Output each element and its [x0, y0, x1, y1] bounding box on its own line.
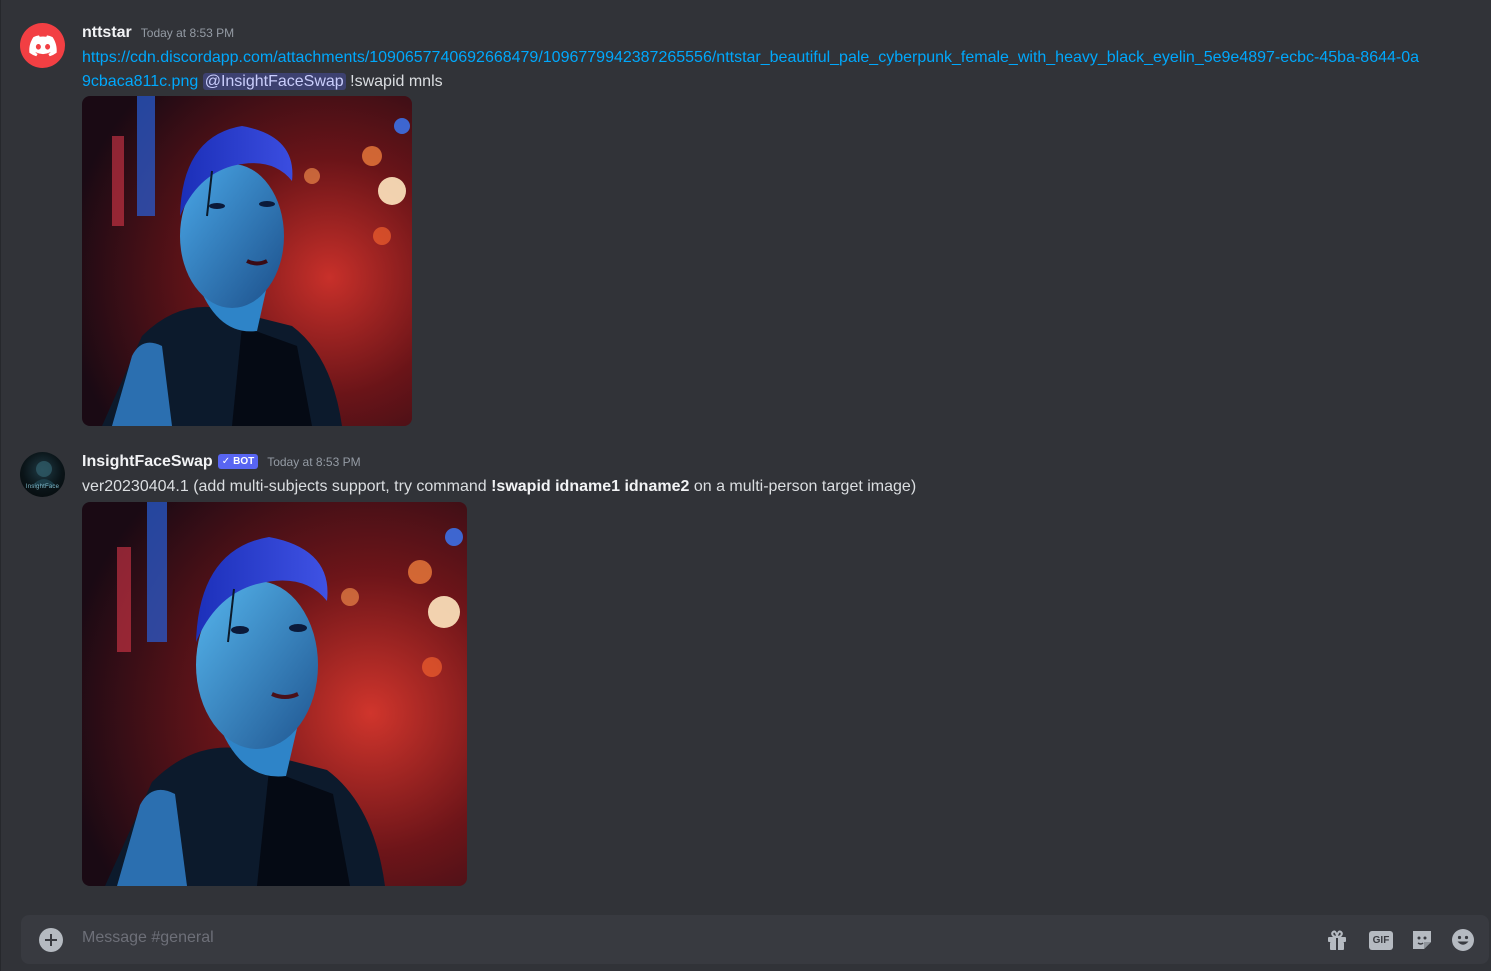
username[interactable]: InsightFaceSwap	[82, 453, 213, 471]
command-text: !swapid mnls	[350, 73, 443, 90]
swapped-portrait-image	[82, 502, 467, 886]
verified-check-icon: ✓	[221, 456, 231, 467]
message-header: InsightFaceSwap ✓ BOT Today at 8:53 PM	[82, 453, 361, 471]
bot-avatar-graphic	[32, 461, 56, 486]
gif-button[interactable]: GIF	[1368, 927, 1394, 953]
message-text-suffix: on a multi-person target image)	[689, 478, 917, 495]
emoji-icon[interactable]	[1450, 927, 1476, 953]
timestamp: Today at 8:53 PM	[140, 26, 235, 40]
message-content: ver20230404.1 (add multi-subjects suppor…	[82, 475, 1422, 499]
username[interactable]: nttstar	[82, 24, 132, 42]
message-header: nttstar Today at 8:53 PM	[82, 24, 234, 42]
message-content: https://cdn.discordapp.com/attachments/1…	[82, 46, 1422, 94]
sticker-icon[interactable]	[1409, 927, 1435, 953]
message-command: !swapid idname1 idname2	[491, 478, 690, 495]
avatar[interactable]: InsightFace	[20, 452, 65, 497]
bot-badge: ✓ BOT	[217, 454, 259, 469]
message-input[interactable]: Message #general	[82, 929, 214, 947]
attached-image-result[interactable]	[82, 502, 467, 886]
attached-image-source[interactable]	[82, 96, 412, 426]
bot-badge-label: BOT	[233, 456, 255, 467]
message-composer[interactable]: Message #general GIF	[21, 915, 1489, 964]
gift-icon[interactable]	[1324, 927, 1350, 953]
message-text-prefix: ver20230404.1 (add multi-subjects suppor…	[82, 478, 492, 495]
chat-view: nttstar Today at 8:53 PM https://cdn.dis…	[0, 0, 1491, 971]
avatar[interactable]	[20, 23, 65, 68]
avatar-label: InsightFace	[25, 484, 60, 490]
gif-label: GIF	[1369, 930, 1393, 950]
timestamp: Today at 8:53 PM	[267, 455, 361, 469]
discord-logo-icon	[28, 34, 57, 56]
cyberpunk-portrait-image	[82, 96, 412, 426]
user-mention[interactable]: @InsightFaceSwap	[202, 73, 346, 90]
plus-circle-icon[interactable]	[39, 928, 63, 952]
left-divider	[0, 0, 1, 971]
